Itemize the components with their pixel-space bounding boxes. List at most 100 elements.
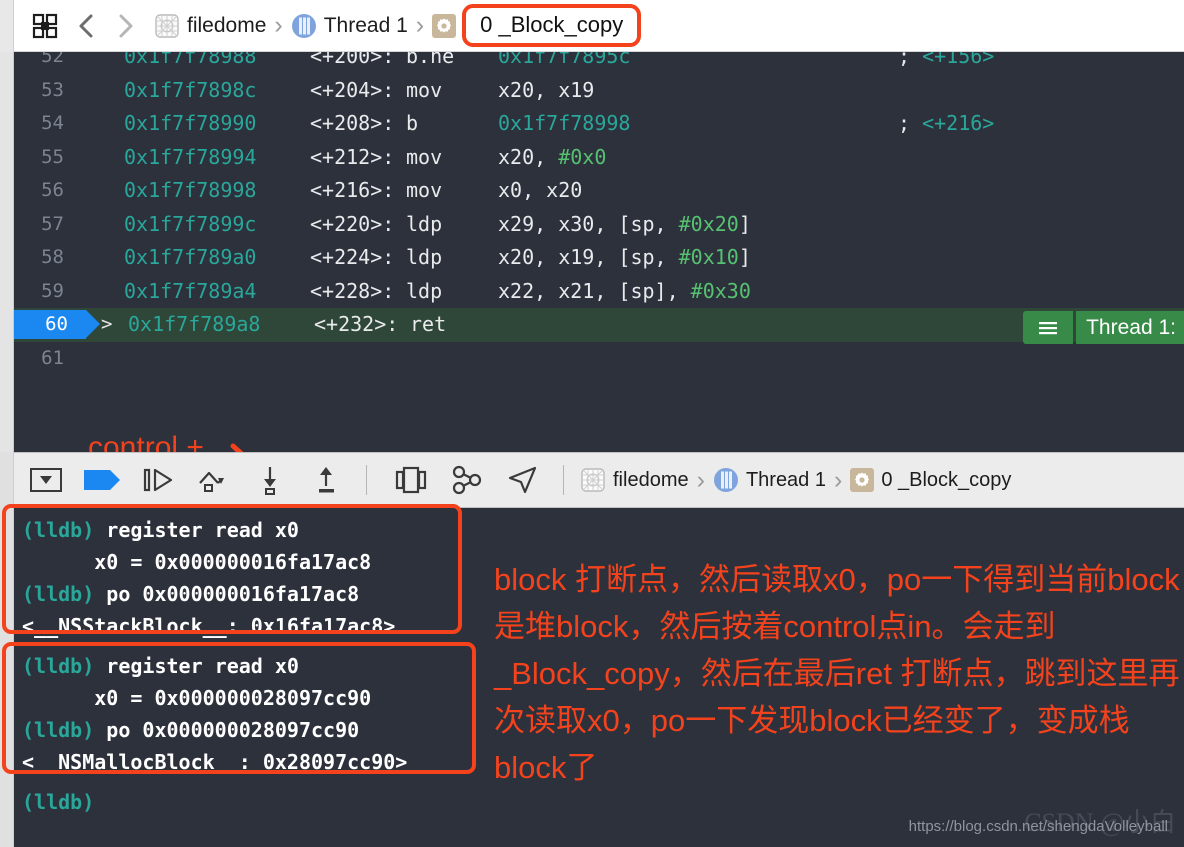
gear-icon <box>432 13 457 38</box>
console-line: (lldb) <box>22 786 407 818</box>
console-line: x0 = 0x000000016fa17ac8 <box>22 546 407 578</box>
instruction-address: 0x1f7f7898c <box>124 77 257 102</box>
chevron-right-icon[interactable] <box>114 11 138 41</box>
line-number: 52 <box>41 52 64 67</box>
memory-graph-button[interactable] <box>443 460 491 500</box>
step-into-button[interactable] <box>246 460 294 500</box>
instruction-address: 0x1f7f78994 <box>124 144 257 169</box>
step-over-button[interactable] <box>190 460 238 500</box>
instruction-mnemonic: ldp <box>406 211 443 236</box>
breadcrumb-item-thread[interactable]: Thread 1 <box>291 13 408 39</box>
lldb-prompt: (lldb) <box>22 518 95 542</box>
instruction-mnemonic: mov <box>406 77 443 102</box>
step-out-button[interactable] <box>302 460 350 500</box>
console-text: register read x0 <box>94 518 299 542</box>
instruction-operands: x20, x19, [sp, #0x10] <box>498 245 751 269</box>
project-icon <box>580 467 606 493</box>
console-output: (lldb) register read x0 x0 = 0x000000016… <box>22 514 407 818</box>
view-debug-hierarchy-icon <box>395 466 427 494</box>
simulate-location-button[interactable] <box>499 460 547 500</box>
instruction-address: 0x1f7f789a0 <box>124 245 257 269</box>
line-number: 57 <box>41 212 64 235</box>
line-number: 61 <box>41 346 64 369</box>
instruction-mnemonic: ldp <box>406 278 443 303</box>
disassembly-line[interactable]: 55 0x1f7f78994 <+212>: mov x20, #0x0 <box>14 141 1184 175</box>
line-number: 58 <box>41 246 64 268</box>
debug-breadcrumb-item-project[interactable]: filedome <box>580 467 689 493</box>
breadcrumb-separator: › <box>274 11 283 39</box>
console-line: (lldb) register read x0 <box>22 514 407 546</box>
debug-breadcrumb-item-frame[interactable]: 0 _Block_copy <box>850 468 1011 492</box>
breadcrumb-separator-2: › <box>415 11 425 39</box>
debug-breadcrumb: filedome › Thread 1 › 0 _Block_copy <box>580 466 1011 495</box>
continue-button[interactable] <box>134 460 182 500</box>
location-simulate-icon <box>508 466 537 494</box>
console-text: register read x0 <box>94 654 299 678</box>
step-over-icon <box>199 471 224 492</box>
console-text: po 0x000000028097cc90 <box>94 718 360 742</box>
instruction-offset: <+200>: <box>310 52 395 68</box>
instruction-offset: <+232>: <box>314 312 399 336</box>
console-text: x0 = 0x000000028097cc90 <box>22 686 372 710</box>
code-gutter-strip <box>0 52 14 452</box>
disassembly-lines: 52 0x1f7f78988 <+200>: b.ne 0x1f7f7895c ; <+1… <box>14 52 1184 375</box>
toolbar-gutter-strip <box>0 452 14 508</box>
console-line: (lldb) po 0x000000028097cc90 <box>22 714 407 746</box>
line-number: 56 <box>41 179 64 201</box>
breadcrumb-item-project[interactable]: filedome <box>154 13 266 39</box>
thread-badge[interactable]: Thread 1: <box>1023 311 1184 344</box>
chevron-left-icon[interactable] <box>74 11 98 41</box>
instruction-mnemonic: mov <box>406 144 443 169</box>
instruction-address: 0x1f7f78988 <box>124 52 257 68</box>
debug-view-hierarchy-button[interactable] <box>387 460 435 500</box>
breakpoint-activate-button[interactable] <box>78 460 126 500</box>
console-block-gap <box>22 778 407 786</box>
hide-debug-area-icon <box>30 468 62 492</box>
disassembly-line-current[interactable]: 60 -> 0x1f7f789a8 <+232>: ret Thread 1: <box>14 308 1184 344</box>
current-frame-title[interactable]: 0 _Block_copy <box>462 3 642 48</box>
toolbar-divider-1 <box>366 465 367 495</box>
hamburger-icon[interactable] <box>1023 311 1074 344</box>
toolbar-divider-2 <box>563 465 564 495</box>
disassembly-line[interactable]: 52 0x1f7f78988 <+200>: b.ne 0x1f7f7895c ; <+1… <box>14 52 1184 74</box>
instruction-operands: x20, #0x0 <box>498 144 607 169</box>
instruction-address: 0x1f7f7899c <box>124 211 257 236</box>
debug-breadcrumb-label-project: filedome <box>613 468 689 491</box>
disassembly-line[interactable]: 58 0x1f7f789a0 <+224>: ldp x20, x19, [sp, #0… <box>14 241 1184 275</box>
console-line: <__NSStackBlock__: 0x16fa17ac8> <box>22 610 407 642</box>
console-text: po 0x000000016fa17ac8 <box>94 582 360 606</box>
console-text: x0 = 0x000000016fa17ac8 <box>22 550 372 574</box>
debug-breadcrumb-label-thread: Thread 1 <box>745 468 826 491</box>
lldb-prompt: (lldb) <box>22 654 95 678</box>
instruction-address: 0x1f7f78998 <box>124 178 257 202</box>
step-out-icon <box>319 467 334 493</box>
breakpoint-toggle-icon <box>84 470 120 490</box>
breadcrumb-label-thread: Thread 1 <box>323 13 408 37</box>
annotation-control-plus: control + <box>88 431 204 452</box>
instruction-address: 0x1f7f789a4 <box>124 278 257 303</box>
instruction-address: 0x1f7f78990 <box>124 111 257 135</box>
line-number: 55 <box>41 145 64 168</box>
instruction-comment: ; <+216> <box>898 111 995 135</box>
instruction-operands: 0x1f7f78998 <box>498 111 631 135</box>
grid-icon[interactable] <box>32 13 58 39</box>
line-number: 60 <box>45 313 68 335</box>
step-into-icon <box>264 467 276 495</box>
disassembly-line[interactable]: 53 0x1f7f7898c <+204>: mov x20, x19 <box>14 74 1184 108</box>
thread-icon <box>713 467 739 493</box>
disassembly-line[interactable]: 59 0x1f7f789a4 <+228>: ldp x22, x21, [sp], #… <box>14 275 1184 309</box>
debug-breadcrumb-item-thread[interactable]: Thread 1 <box>713 467 826 493</box>
disassembly-line[interactable]: 61 <box>14 342 1184 376</box>
instruction-mnemonic: ret <box>410 312 447 336</box>
instruction-operands: x22, x21, [sp], #0x30 <box>498 278 751 303</box>
disassembly-line[interactable]: 56 0x1f7f78998 <+216>: mov x0, x20 <box>14 174 1184 208</box>
instruction-offset: <+204>: <box>310 77 395 102</box>
left-gutter-strip <box>0 0 14 52</box>
disassembly-line[interactable]: 54 0x1f7f78990 <+208>: b 0x1f7f78998 ; <+216> <box>14 107 1184 141</box>
hide-debug-area-button[interactable] <box>22 460 70 500</box>
disassembly-line[interactable]: 57 0x1f7f7899c <+220>: ldp x29, x30, [sp, #0… <box>14 208 1184 242</box>
instruction-mnemonic: ldp <box>406 245 443 269</box>
instruction-operands: x29, x30, [sp, #0x20] <box>498 211 751 236</box>
instruction-offset: <+224>: <box>310 245 395 269</box>
line-number: 53 <box>41 78 64 101</box>
